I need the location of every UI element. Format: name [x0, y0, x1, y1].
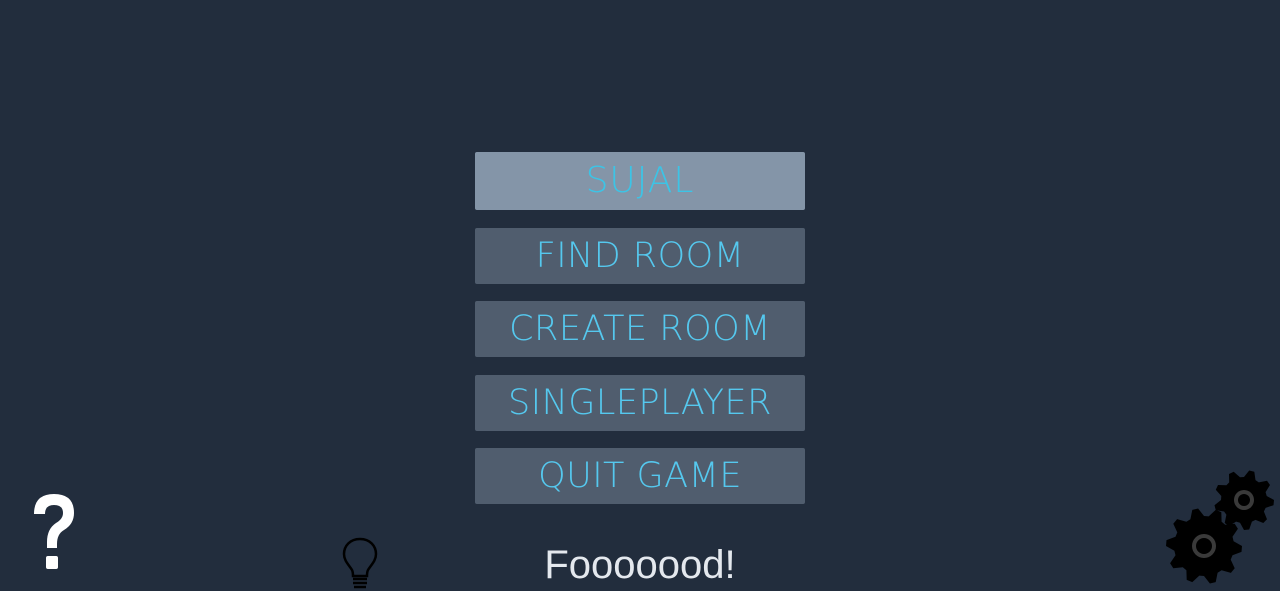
- create-room-button[interactable]: CREATE ROOM: [475, 301, 805, 357]
- singleplayer-button[interactable]: SINGLEPLAYER: [475, 375, 805, 431]
- find-room-button[interactable]: FIND ROOM: [475, 228, 805, 284]
- tip-text: Fooooood!: [544, 543, 736, 587]
- gear-icon[interactable]: [1160, 468, 1276, 588]
- quit-game-button[interactable]: QUIT GAME: [475, 448, 805, 504]
- player-name-field[interactable]: SUJAL: [475, 152, 805, 210]
